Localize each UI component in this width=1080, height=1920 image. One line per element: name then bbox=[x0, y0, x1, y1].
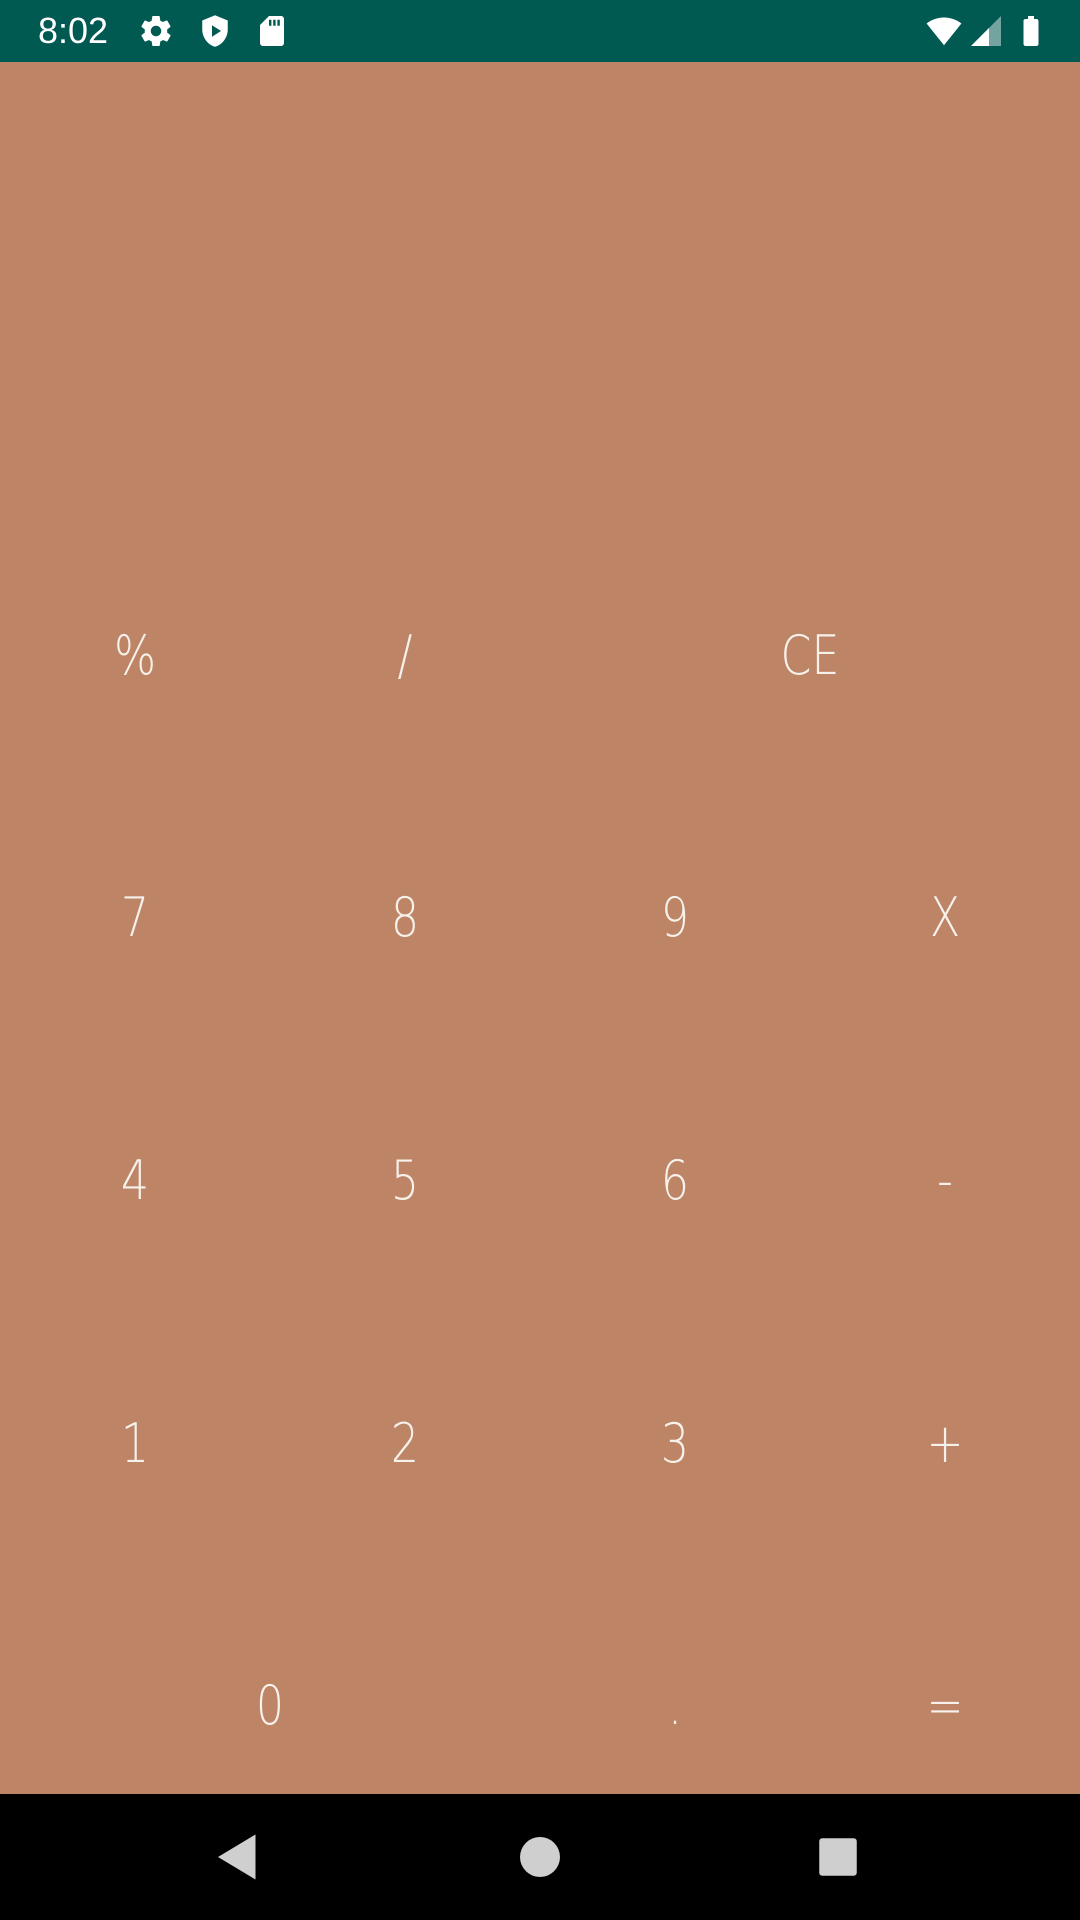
wifi-icon bbox=[922, 13, 966, 49]
home-icon[interactable] bbox=[510, 1827, 570, 1887]
key-8[interactable]: 8 bbox=[294, 818, 515, 1018]
settings-gear-icon bbox=[138, 13, 174, 49]
key-clear-entry[interactable]: CE bbox=[589, 556, 1032, 756]
status-time: 8:02 bbox=[38, 10, 109, 51]
key-4[interactable]: 4 bbox=[24, 1081, 245, 1281]
key-decimal[interactable]: . bbox=[564, 1606, 785, 1806]
navigation-bar bbox=[0, 1794, 1080, 1920]
recents-icon[interactable] bbox=[808, 1827, 868, 1887]
key-multiply[interactable]: X bbox=[834, 818, 1055, 1018]
battery-icon bbox=[1013, 13, 1049, 49]
key-0[interactable]: 0 bbox=[49, 1606, 492, 1806]
key-1[interactable]: 1 bbox=[24, 1344, 245, 1544]
key-2[interactable]: 2 bbox=[294, 1344, 515, 1544]
key-9[interactable]: 9 bbox=[564, 818, 785, 1018]
key-percent[interactable]: % bbox=[24, 556, 245, 756]
key-equals[interactable]: = bbox=[834, 1606, 1055, 1806]
key-7[interactable]: 7 bbox=[24, 818, 245, 1018]
status-bar: 8:02 bbox=[0, 0, 1080, 62]
shield-play-icon bbox=[197, 13, 233, 49]
key-subtract[interactable]: - bbox=[834, 1081, 1055, 1281]
key-add[interactable]: + bbox=[834, 1344, 1055, 1544]
result-display bbox=[0, 62, 1080, 562]
back-icon[interactable] bbox=[208, 1827, 268, 1887]
cell-signal-icon bbox=[968, 13, 1004, 49]
sd-card-icon bbox=[254, 13, 290, 49]
key-5[interactable]: 5 bbox=[294, 1081, 515, 1281]
key-3[interactable]: 3 bbox=[564, 1344, 785, 1544]
key-6[interactable]: 6 bbox=[564, 1081, 785, 1281]
key-divide[interactable]: / bbox=[294, 556, 515, 756]
